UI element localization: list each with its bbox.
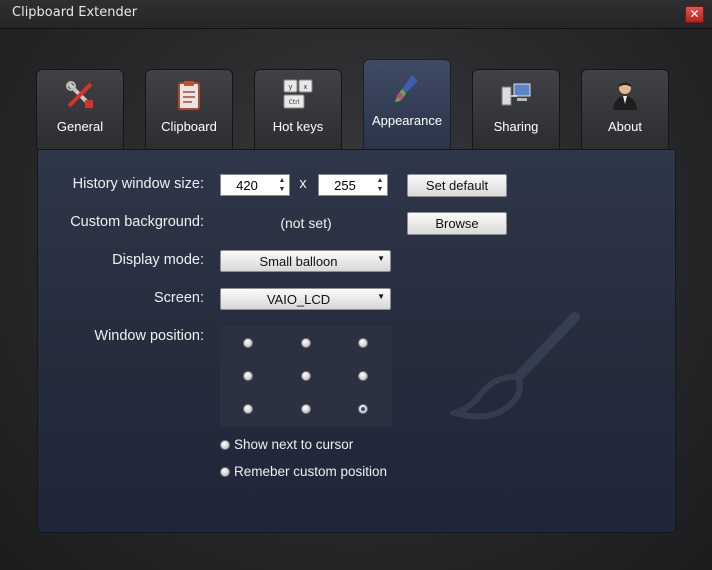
position-radio-middle-center[interactable] [301,371,311,381]
history-height-value: 255 [334,178,356,193]
tab-label: General [56,119,104,134]
tab-label: Appearance [371,113,443,128]
display-mode-value: Small balloon [259,254,338,269]
spinner-arrows[interactable]: ▲ ▼ [375,176,385,194]
window-position-grid [220,326,392,426]
tab-clipboard[interactable]: Clipboard [145,69,233,149]
app-window: Clipboard Extender ✕ General Clipboard y… [0,0,712,570]
title-bar: Clipboard Extender ✕ [0,0,712,29]
window-title: Clipboard Extender [12,5,138,20]
tab-label: Clipboard [161,119,217,134]
display-mode-label: Display mode: [112,252,204,268]
svg-text:x: x [303,83,307,91]
display-mode-select[interactable]: Small balloon ▼ [220,250,391,272]
tab-label: Hot keys [272,119,324,134]
position-radio-middle-left[interactable] [243,371,253,381]
close-button[interactable]: ✕ [685,6,704,23]
history-width-value: 420 [236,178,258,193]
tab-about[interactable]: About [581,69,669,149]
spin-down-icon[interactable]: ▼ [375,185,385,194]
spinner-arrows[interactable]: ▲ ▼ [277,176,287,194]
screen-value: VAIO_LCD [266,292,331,307]
position-radio-bottom-center[interactable] [301,404,311,414]
tab-hot-keys[interactable]: y x Ctrl Hot keys [254,69,342,149]
spin-up-icon[interactable]: ▲ [375,176,385,185]
custom-background-value: (not set) [280,215,332,231]
tab-label: Sharing [493,119,539,134]
position-radio-middle-right[interactable] [358,371,368,381]
tab-label: About [608,119,642,134]
remember-custom-position-label: Remeber custom position [234,464,388,479]
dropdown-arrow-icon: ▼ [377,254,385,263]
show-next-to-cursor-radio[interactable] [220,440,230,450]
person-icon [613,82,637,110]
position-radio-bottom-left[interactable] [243,404,253,414]
screen-select[interactable]: VAIO_LCD ▼ [220,288,391,310]
remember-custom-position-radio[interactable] [220,467,230,477]
position-radio-top-left[interactable] [243,338,253,348]
window-position-label: Window position: [94,328,204,344]
history-size-label: History window size: [72,176,204,192]
svg-text:Ctrl: Ctrl [289,99,300,106]
history-height-spinner[interactable]: 255 ▲ ▼ [318,174,388,196]
paint-brush-icon [450,312,580,420]
tab-general[interactable]: General [36,69,124,149]
screen-label: Screen: [154,290,204,306]
dropdown-arrow-icon: ▼ [377,292,385,301]
paint-brush-icon [395,75,418,102]
spin-down-icon[interactable]: ▼ [277,185,287,194]
tab-appearance[interactable]: Appearance [363,59,451,150]
clipboard-icon [178,81,200,110]
spin-up-icon[interactable]: ▲ [277,176,287,185]
remember-custom-position-option[interactable]: Remeber custom position [220,464,387,479]
set-default-button[interactable]: Set default [407,174,507,197]
svg-text:y: y [288,83,292,91]
network-computers-icon [501,83,531,106]
tools-icon [66,81,93,108]
size-separator: x [299,176,307,192]
tab-sharing[interactable]: Sharing [472,69,560,149]
position-radio-top-right[interactable] [358,338,368,348]
show-next-to-cursor-label: Show next to cursor [234,437,354,452]
history-width-spinner[interactable]: 420 ▲ ▼ [220,174,290,196]
show-next-to-cursor-option[interactable]: Show next to cursor [220,437,353,452]
browse-button[interactable]: Browse [407,212,507,235]
custom-background-label: Custom background: [70,214,204,230]
position-radio-top-center[interactable] [301,338,311,348]
keyboard-keys-icon: y x Ctrl [283,79,313,109]
position-radio-bottom-right[interactable] [358,404,368,414]
